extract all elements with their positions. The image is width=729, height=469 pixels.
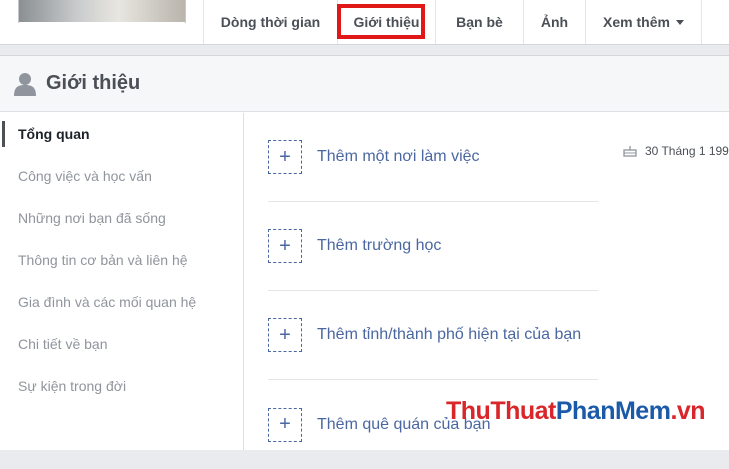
add-current-city-link[interactable]: + Thêm tỉnh/thành phố hiện tại của bạn <box>268 291 598 380</box>
sidebar-item-label: Sự kiện trong đời <box>18 378 127 394</box>
tab-more[interactable]: Xem thêm <box>585 0 702 44</box>
cake-icon <box>623 146 637 157</box>
add-label: Thêm trường học <box>317 237 442 254</box>
add-workplace-link[interactable]: + Thêm một nơi làm việc <box>268 113 598 202</box>
tab-label: Bạn bè <box>456 14 503 30</box>
tab-label: Ảnh <box>540 14 569 30</box>
sidebar-item-label: Chi tiết về bạn <box>18 336 108 352</box>
birthday-info: 30 Tháng 1 199 <box>623 144 729 158</box>
sidebar-item-label: Những nơi bạn đã sống <box>18 210 166 226</box>
add-school-link[interactable]: + Thêm trường học <box>268 202 598 291</box>
plus-icon: + <box>268 229 302 263</box>
profile-nav-bar: Dòng thời gian Giới thiệu Bạn bè Ảnh Xem… <box>0 0 729 45</box>
tab-label: Dòng thời gian <box>220 14 321 30</box>
watermark-part: ThuThuat <box>446 397 556 425</box>
watermark-part: PhanMem <box>555 397 671 425</box>
person-icon <box>14 72 36 96</box>
about-card: Giới thiệu Tổng quan Công việc và học vấ… <box>0 55 729 450</box>
card-header: Giới thiệu <box>0 56 729 112</box>
sidebar-item-label: Thông tin cơ bản và liên hệ <box>18 252 188 268</box>
sidebar-item-family-relationships[interactable]: Gia đình và các mối quan hệ <box>0 281 243 323</box>
add-label: Thêm tỉnh/thành phố hiện tại của bạn <box>317 326 582 343</box>
watermark-part: .vn <box>670 397 706 425</box>
highlight-box <box>337 4 425 39</box>
tab-timeline[interactable]: Dòng thời gian <box>203 0 337 44</box>
sidebar-item-label: Gia đình và các mối quan hệ <box>18 294 197 310</box>
sidebar-item-places-lived[interactable]: Những nơi bạn đã sống <box>0 197 243 239</box>
tab-about[interactable]: Giới thiệu <box>337 0 435 44</box>
plus-icon: + <box>268 318 302 352</box>
sidebar-item-life-events[interactable]: Sự kiện trong đời <box>0 365 243 407</box>
tab-friends[interactable]: Bạn bè <box>435 0 523 44</box>
sidebar-item-overview[interactable]: Tổng quan <box>0 113 243 155</box>
sidebar-item-work-education[interactable]: Công việc và học vấn <box>0 155 243 197</box>
watermark-logo: ThuThuatPhanMem.vn <box>446 397 706 426</box>
cover-photo-thumbnail[interactable] <box>18 0 186 26</box>
tab-label: Xem thêm <box>603 14 670 30</box>
chevron-down-icon <box>675 19 684 25</box>
birthday-text: 30 Tháng 1 199 <box>645 144 729 158</box>
sidebar-item-contact-basic-info[interactable]: Thông tin cơ bản và liên hệ <box>0 239 243 281</box>
plus-icon: + <box>268 140 302 174</box>
sidebar-item-label: Công việc và học vấn <box>18 168 152 184</box>
add-label: Thêm một nơi làm việc <box>317 148 480 165</box>
sidebar-item-label: Tổng quan <box>18 126 90 142</box>
profile-tabs: Dòng thời gian Giới thiệu Bạn bè Ảnh Xem… <box>203 0 702 44</box>
sidebar-item-details-about-you[interactable]: Chi tiết về bạn <box>0 323 243 365</box>
plus-icon: + <box>268 407 302 442</box>
tab-photos[interactable]: Ảnh <box>523 0 585 44</box>
page-title: Giới thiệu <box>46 72 141 94</box>
about-sidebar: Tổng quan Công việc và học vấn Những nơi… <box>0 113 244 450</box>
